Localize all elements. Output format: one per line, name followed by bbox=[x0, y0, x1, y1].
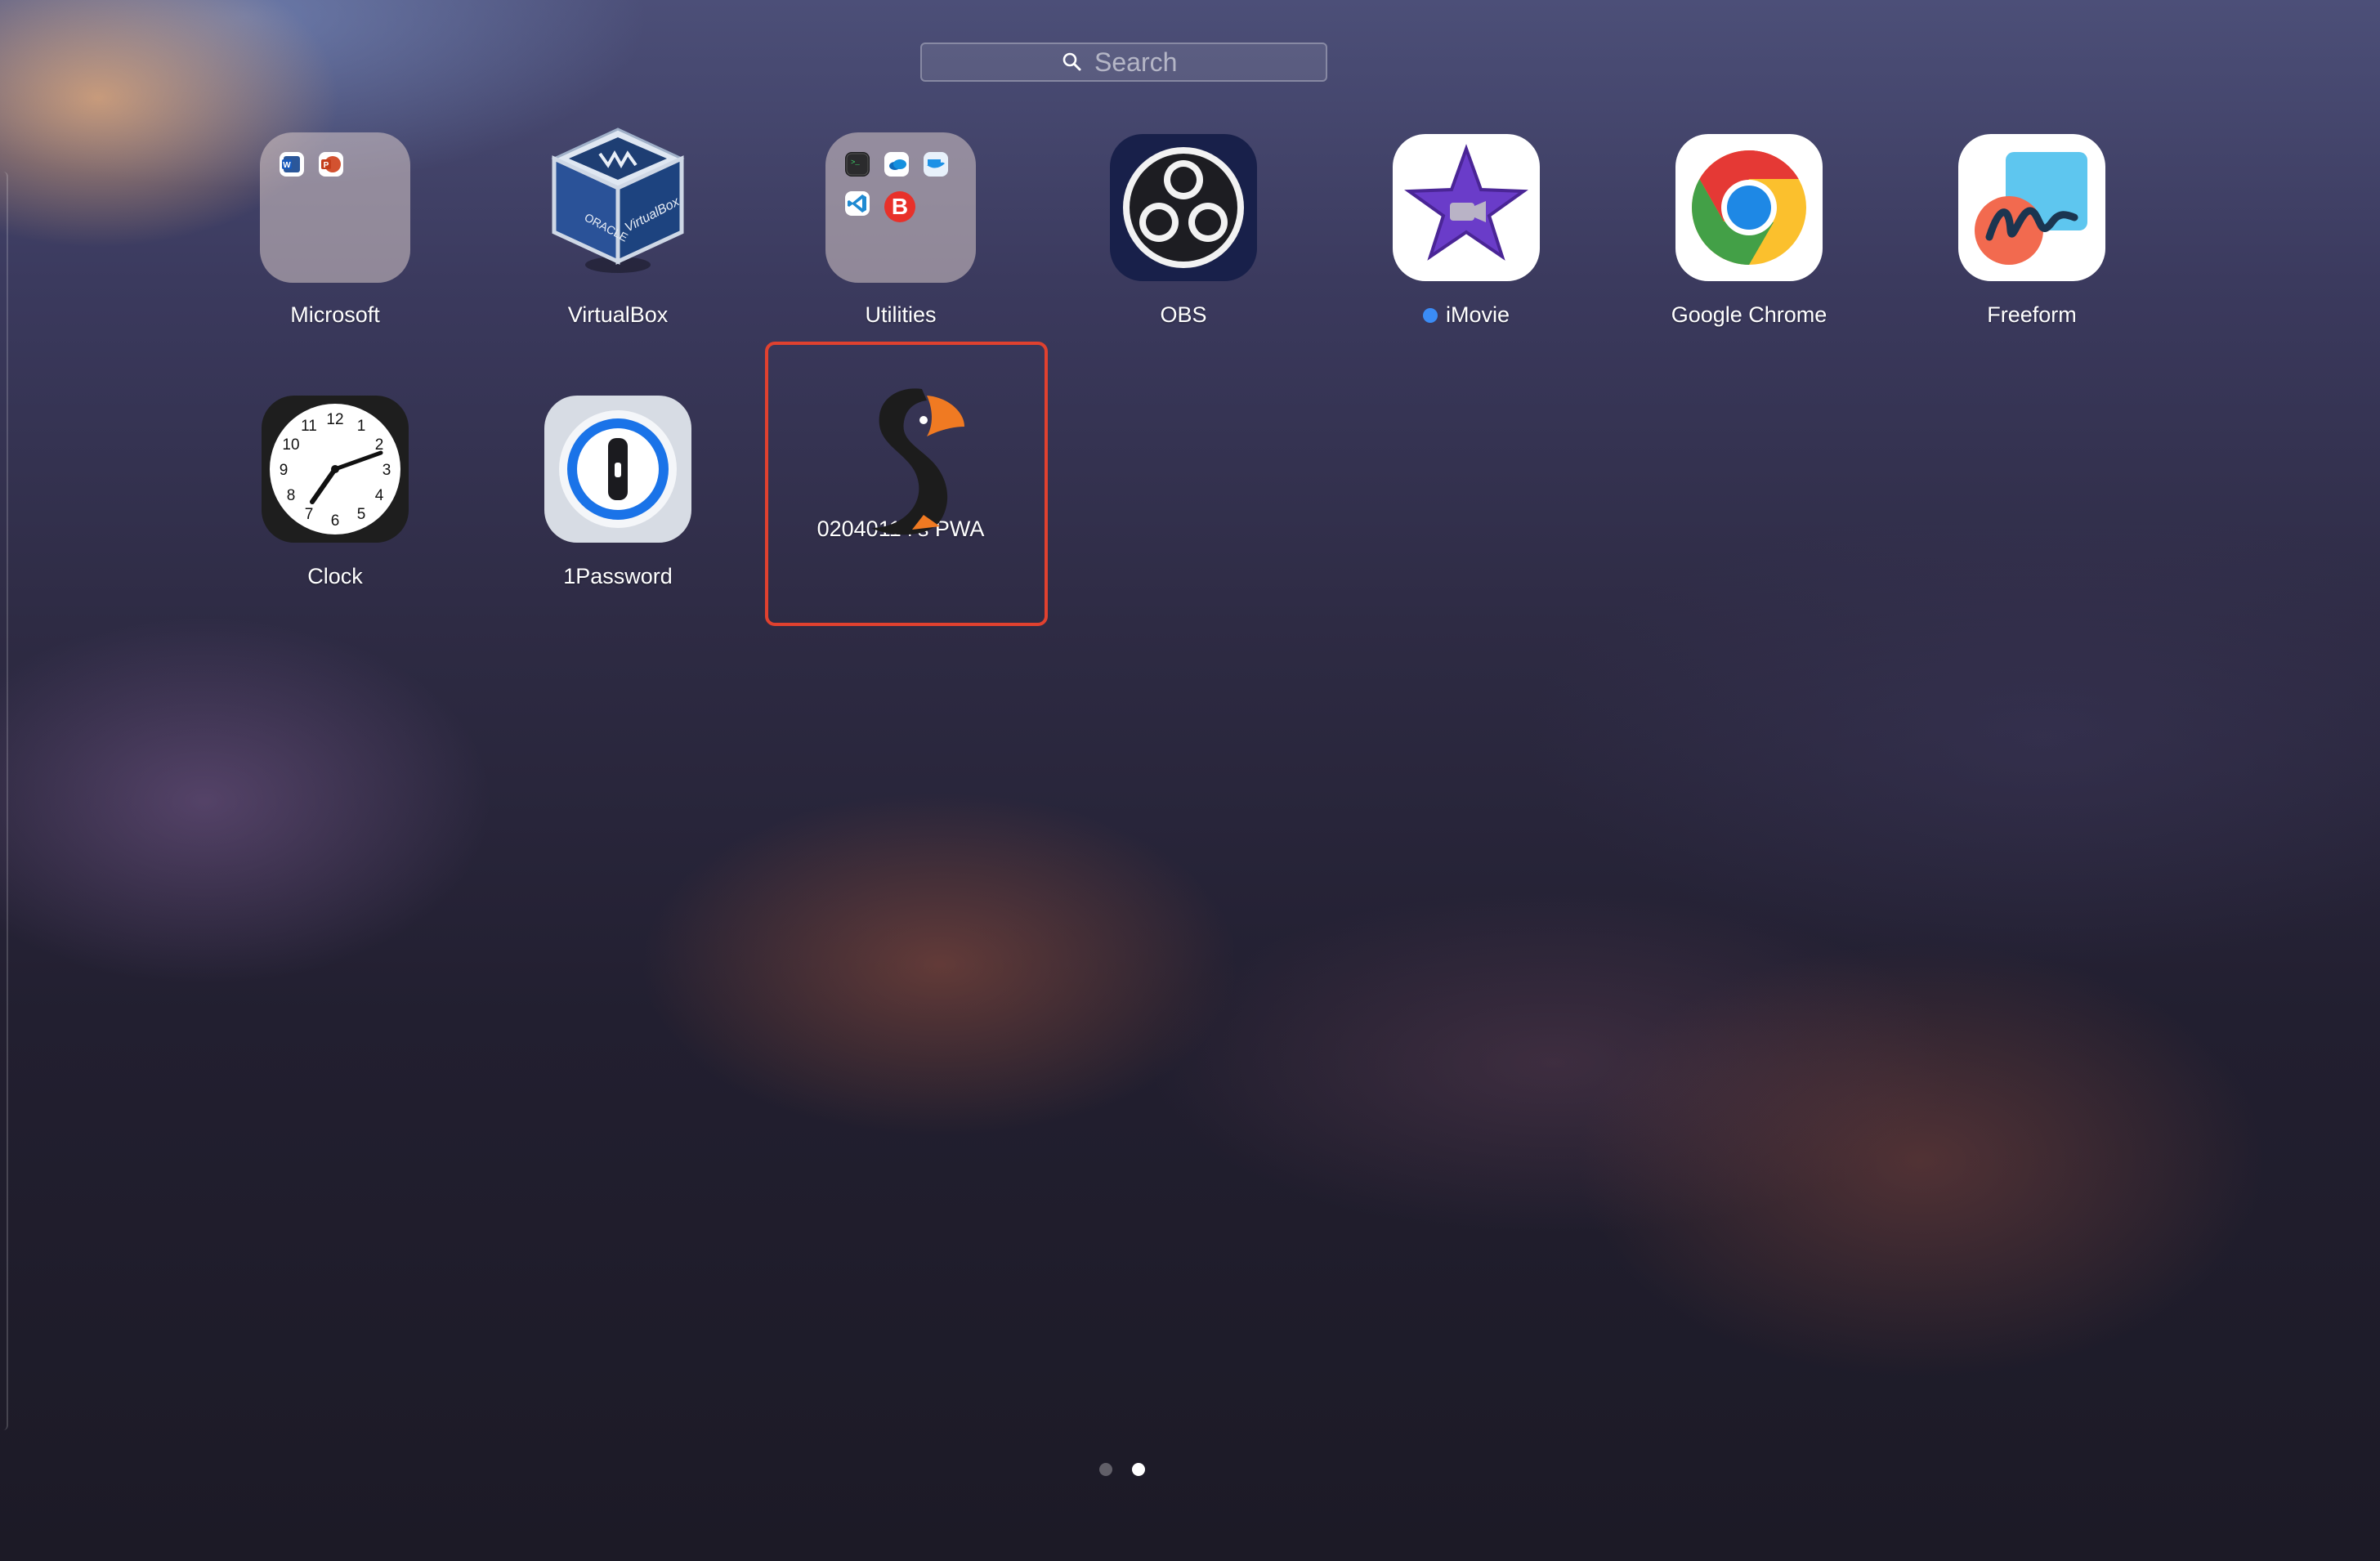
app-label: Clock bbox=[307, 564, 363, 588]
utilities-folder-icon: >_ B bbox=[825, 132, 976, 283]
powerpoint-icon: P bbox=[319, 152, 343, 177]
clock-numeral: 5 bbox=[357, 506, 366, 523]
app-label: iMovie bbox=[1422, 302, 1510, 328]
screen-edge bbox=[0, 172, 8, 1430]
svg-text:W: W bbox=[283, 161, 291, 170]
app-imovie[interactable]: iMovie bbox=[1325, 132, 1608, 394]
app-microsoft[interactable]: W P Microsoft bbox=[194, 132, 476, 394]
search-field[interactable] bbox=[920, 42, 1327, 82]
clock-numeral: 1 bbox=[357, 418, 366, 435]
1password-icon bbox=[543, 394, 693, 544]
page-dot-1[interactable] bbox=[1099, 1463, 1112, 1476]
app-label: VirtualBox bbox=[567, 302, 669, 327]
app-label: Freeform bbox=[1987, 302, 2077, 327]
clock-numeral: 6 bbox=[331, 512, 340, 530]
app-label: OBS bbox=[1160, 302, 1207, 327]
page-dot-2[interactable] bbox=[1132, 1463, 1145, 1476]
clock-icon: 12 1 2 3 4 5 6 7 8 9 10 11 bbox=[260, 394, 410, 544]
app-obs[interactable]: OBS bbox=[1042, 132, 1325, 394]
docker-icon bbox=[924, 152, 948, 177]
word-icon: W bbox=[280, 152, 304, 177]
microsoft-folder-icon: W P bbox=[260, 132, 410, 283]
clock-numeral: 2 bbox=[375, 436, 384, 454]
app-label: 1Password bbox=[563, 564, 673, 588]
search-input[interactable] bbox=[1093, 46, 1186, 78]
app-label: Microsoft bbox=[290, 302, 380, 327]
b-app-icon: B bbox=[884, 191, 915, 222]
clock-numeral: 10 bbox=[282, 436, 299, 454]
app-clock[interactable]: 12 1 2 3 4 5 6 7 8 9 10 11 Clock bbox=[194, 394, 476, 655]
terminal-icon: >_ bbox=[845, 152, 870, 177]
app-google-chrome[interactable]: Google Chrome bbox=[1608, 132, 1890, 394]
clock-numeral: 11 bbox=[301, 418, 317, 435]
clock-numeral: 12 bbox=[326, 411, 343, 428]
obs-icon bbox=[1108, 132, 1259, 283]
clock-numeral: 4 bbox=[375, 487, 384, 504]
clock-numeral: 9 bbox=[280, 462, 289, 479]
clock-numeral: 7 bbox=[305, 506, 314, 523]
app-virtualbox[interactable]: ORACLE VirtualBox VirtualBox bbox=[476, 127, 759, 394]
new-indicator bbox=[1422, 307, 1438, 323]
app-label: Google Chrome bbox=[1671, 302, 1828, 327]
svg-text:>_: >_ bbox=[851, 159, 860, 167]
search-icon bbox=[1062, 51, 1083, 73]
app-02040114-pwa[interactable]: 02040114's PWA bbox=[759, 378, 1042, 639]
clock-numeral: 3 bbox=[382, 462, 391, 479]
app-freeform[interactable]: Freeform bbox=[1890, 132, 2173, 394]
clock-numeral: 8 bbox=[287, 487, 296, 504]
onedrive-icon bbox=[884, 152, 909, 177]
app-label: Utilities bbox=[865, 302, 937, 327]
app-1password[interactable]: 1Password bbox=[476, 394, 759, 655]
imovie-icon bbox=[1391, 132, 1541, 283]
puffin-pwa-icon bbox=[825, 378, 976, 535]
app-name: iMovie bbox=[1445, 302, 1510, 327]
virtualbox-icon: ORACLE VirtualBox bbox=[543, 127, 693, 283]
chrome-icon bbox=[1674, 132, 1824, 283]
page-indicator bbox=[1099, 1463, 1145, 1476]
vscode-icon bbox=[845, 191, 870, 216]
freeform-icon bbox=[1957, 132, 2107, 283]
svg-text:P: P bbox=[324, 161, 329, 170]
